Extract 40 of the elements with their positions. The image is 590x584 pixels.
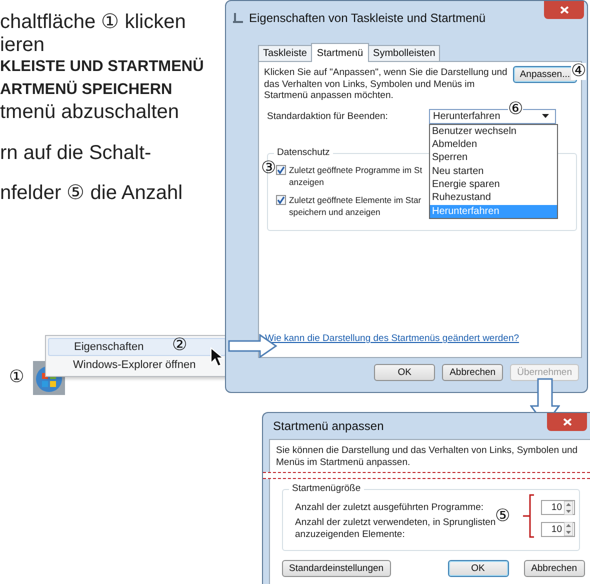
body-text: ARTMENÜ SPEICHERN: [0, 80, 174, 100]
dropdown-option[interactable]: Ruhezustand: [430, 191, 557, 205]
help-link[interactable]: Wie kann die Darstellung des Startmenüs geändert werden?: [265, 333, 520, 344]
field-label: Anzahl der zuletzt verwendeten, in Sprunglisten anzuzeigenden Elemente:: [295, 517, 496, 541]
dropdown-option[interactable]: Neu starten: [430, 164, 557, 178]
callout-number: ⑤: [495, 508, 510, 525]
dialog-button[interactable]: Abbrechen: [524, 560, 585, 577]
checkbox-label: Zuletzt geöffnete Elemente im Star speichern und anzeigen: [289, 194, 422, 218]
window-title: Eigenschaften von Taskleiste und Startmenü: [249, 11, 486, 25]
checkbox-label: Zuletzt geöffnete Programme im St anzeigen: [289, 164, 422, 188]
callout-number: ③: [261, 160, 276, 177]
menu-item[interactable]: Windows-Explorer öffnen: [48, 356, 226, 374]
dropdown-option[interactable]: Benutzer wechseln: [430, 124, 557, 138]
tab[interactable]: Startmenü: [310, 43, 370, 62]
dialog-button[interactable]: OK: [448, 560, 509, 577]
field-label: Anzahl der zuletzt ausgeführten Programme:: [295, 502, 484, 514]
dropdown-option[interactable]: Abmelden: [430, 138, 557, 152]
body-text: ieren: [0, 34, 46, 56]
tab[interactable]: Symbolleisten: [368, 45, 440, 61]
body-text: rn auf die Schalt-: [0, 142, 152, 164]
window-title: Startmenü anpassen: [273, 419, 384, 433]
body-text: nfelder ⑤ die Anzahl: [0, 182, 184, 204]
dialog-button[interactable]: Abbrechen: [442, 364, 504, 381]
description-text: Klicken Sie auf "Anpassen", wenn Sie die Darstellung und das Verhalten von Links, Symbolen und Menüs im Startmenü anpassen möchten.: [264, 67, 508, 102]
callout-number: ②: [172, 337, 188, 354]
dialog-button[interactable]: Standardeinstellungen: [282, 560, 391, 577]
description-text: Sie können die Darstellung und das Verhalten von Links, Symbolen und Menüs im Startmenü anpassen.: [276, 445, 579, 469]
callout-number: ④: [571, 63, 586, 80]
dropdown-option[interactable]: Energie sparen: [430, 178, 557, 192]
dialog-button[interactable]: OK: [374, 364, 436, 381]
body-text: tmenü abzuschalten: [0, 101, 180, 124]
number-spinner[interactable]: 10: [541, 500, 575, 515]
body-text: KLEISTE UND STARTMENÜ: [0, 56, 204, 77]
group-title: Startmenügröße: [289, 483, 364, 494]
number-spinner[interactable]: 10: [541, 522, 575, 536]
group-title: Datenschutz: [274, 146, 333, 158]
tab[interactable]: Taskleiste: [258, 45, 312, 61]
dropdown-option[interactable]: Sperren: [430, 151, 557, 165]
field-label: Standardaktion für Beenden:: [267, 110, 389, 122]
body-text: chaltfläche ① klicken: [0, 11, 187, 34]
